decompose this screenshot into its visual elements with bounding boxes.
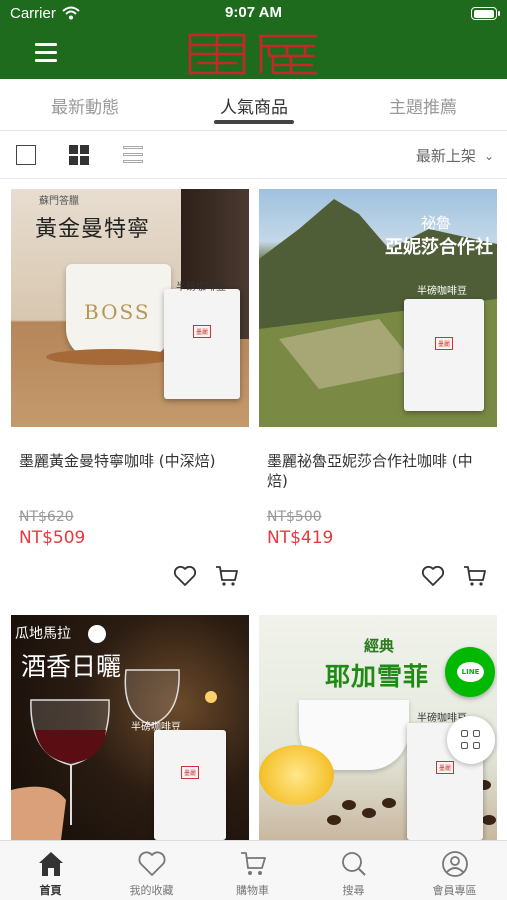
nav-search-label: 搜尋 (342, 884, 365, 897)
chevron-down-icon: ⌄ (483, 149, 494, 163)
image-title: 黃金曼特寧 (35, 217, 151, 242)
product-name: 墨麗祕魯亞妮莎合作社咖啡 (中焙) (267, 452, 473, 490)
original-price: NT$500 (267, 509, 322, 525)
bottom-navigation: 首頁 我的收藏 購物車 搜尋 會員專區 (0, 840, 507, 900)
product-image[interactable]: 瓜地馬拉 酒香日曬 半磅咖啡豆 墨麗 (11, 615, 249, 840)
sale-price: NT$419 (267, 528, 334, 548)
search-icon (342, 852, 366, 876)
mug-text: BOSS (84, 300, 151, 324)
favorite-heart-icon[interactable] (421, 565, 445, 587)
original-price: NT$620 (19, 509, 74, 525)
product-image[interactable]: 蘇門答臘 黃金曼特寧 BOSS 墨麗 半磅咖啡豆 (11, 189, 249, 427)
add-to-cart-icon[interactable] (463, 565, 487, 587)
tab-popular-products[interactable]: 人氣商品 (179, 93, 329, 118)
sort-label: 最新上架 (415, 147, 476, 165)
line-icon: LINE (457, 662, 484, 682)
tab-latest-news[interactable]: 最新動態 (10, 93, 160, 118)
grid-view-icon[interactable] (69, 145, 89, 165)
coffee-bag: 墨麗 (164, 289, 240, 399)
bag-caption: 半磅咖啡豆 (176, 282, 226, 293)
home-icon (39, 852, 63, 876)
nav-home-label: 首頁 (39, 884, 62, 897)
sort-dropdown[interactable]: 最新上架 ⌄ (416, 145, 494, 166)
hamburger-icon[interactable] (35, 41, 59, 63)
image-title: 亞妮莎合作社 (385, 237, 493, 258)
image-tag: 祕魯 (421, 214, 452, 232)
nav-member[interactable]: 會員專區 (404, 841, 505, 900)
category-grid-button[interactable] (447, 716, 495, 764)
product-name: 墨麗黃金曼特寧咖啡 (中深焙) (19, 452, 216, 470)
user-icon (442, 851, 468, 877)
brand-logo[interactable] (187, 32, 321, 76)
add-to-cart-icon[interactable] (215, 565, 239, 587)
nav-cart-label: 購物車 (236, 884, 269, 897)
heart-icon (138, 851, 166, 876)
tab-featured-topics[interactable]: 主題推薦 (348, 93, 498, 118)
nav-favorites-label: 我的收藏 (129, 884, 174, 897)
clock: 9:07 AM (225, 4, 282, 21)
cart-icon (241, 852, 266, 875)
bag-caption: 半磅咖啡豆 (417, 286, 467, 297)
coffee-bag: 墨麗 (404, 299, 484, 411)
nav-home[interactable]: 首頁 (0, 841, 101, 900)
battery-icon (471, 7, 500, 20)
nav-cart[interactable]: 購物車 (202, 841, 303, 900)
view-toolbar: 最新上架 ⌄ (0, 131, 507, 179)
list-view-icon[interactable] (123, 146, 143, 164)
nav-favorites[interactable]: 我的收藏 (101, 841, 202, 900)
line-chat-button[interactable]: LINE (445, 647, 495, 697)
nav-member-label: 會員專區 (432, 884, 477, 897)
coffee-bag: 墨麗 (154, 730, 226, 840)
sale-price: NT$509 (19, 528, 86, 548)
nav-search[interactable]: 搜尋 (303, 841, 404, 900)
favorite-heart-icon[interactable] (173, 565, 197, 587)
active-tab-indicator (214, 120, 294, 124)
image-tag: 蘇門答臘 (39, 196, 79, 207)
single-view-icon[interactable] (16, 145, 36, 165)
category-tabs: 最新動態 人氣商品 主題推薦 (0, 79, 507, 131)
mug: BOSS (66, 264, 171, 359)
status-bar: Carrier 9:07 AM (0, 0, 507, 28)
product-image[interactable]: 祕魯 亞妮莎合作社 半磅咖啡豆 墨麗 (259, 189, 497, 427)
app-header: 墨麗 (0, 28, 507, 79)
